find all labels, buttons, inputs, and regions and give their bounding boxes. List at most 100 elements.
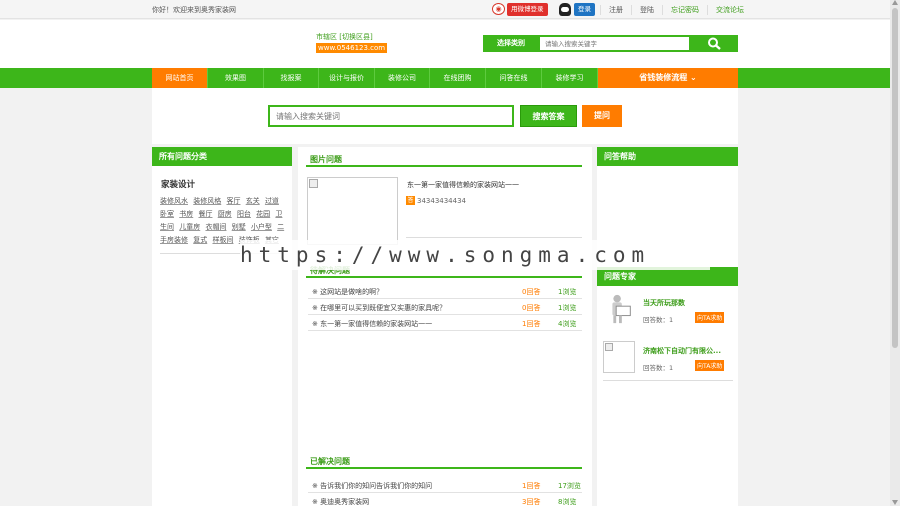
forum-link[interactable]: 交流论坛 (707, 5, 752, 15)
nav-find-case[interactable]: 找报案 (264, 68, 319, 88)
divider (603, 380, 733, 381)
view-count: 1浏览 (558, 304, 577, 312)
nav-learning[interactable]: 装修学习 (542, 68, 598, 88)
broken-image-icon (309, 179, 318, 188)
scroll-up-arrow-icon[interactable] (892, 0, 898, 5)
scroll-down-arrow-icon[interactable] (892, 500, 898, 505)
scrollbar-thumb[interactable] (892, 8, 898, 348)
picture-question-meta: 答 34343434434 (406, 196, 466, 205)
watermark: https://www.songma.com (240, 240, 710, 270)
nav-featured-label: 省钱装修流程 (639, 73, 688, 82)
header-search-button[interactable] (691, 35, 738, 52)
question-title[interactable]: ※ 告诉我们你的知问告诉我们你的知问 (312, 481, 432, 491)
category-tag[interactable]: 玄关 (246, 197, 260, 205)
category-tag[interactable]: 样板间 (212, 236, 233, 244)
category-tag[interactable]: 阳台 (237, 210, 251, 218)
main-nav: 网站首页 效果图 找报案 设计与报价 装修公司 在线团购 问答在线 装修学习 省… (0, 68, 890, 88)
site-url: www.0546123.com (316, 43, 388, 53)
category-tag[interactable]: 小户型 (251, 223, 272, 231)
question-title[interactable]: ※ 奥迪奥秀家装网 (312, 497, 369, 506)
expert-avatar (603, 341, 635, 373)
qq-penguin-icon (559, 2, 571, 16)
category-tag[interactable]: 餐厅 (198, 210, 212, 218)
ask-question-button[interactable]: 提问 (582, 105, 622, 127)
view-count: 4浏览 (558, 320, 577, 328)
table-row[interactable]: ※ 奥迪奥秀家装网 3回答 8浏览 (308, 493, 582, 506)
header: 市辖区 [切换区县] www.0546123.com 选择类别 (0, 20, 890, 68)
expert-item[interactable]: 济南松下自动门有限公... 回答数：1 向TA求助 (603, 341, 733, 381)
table-row[interactable]: ※ 告诉我们你的知问告诉我们你的知问 1回答 17浏览 (308, 477, 582, 493)
category-tag[interactable]: 复式 (193, 236, 207, 244)
help-title: 问答帮助 (597, 147, 738, 166)
expert-avatar (612, 294, 631, 324)
forgot-password-link[interactable]: 忘记密码 (662, 5, 707, 15)
search-answer-button[interactable]: 搜索答案 (520, 105, 577, 127)
nav-design-quote[interactable]: 设计与报价 (319, 68, 375, 88)
qq-login-button[interactable]: 登录 (574, 2, 595, 16)
question-title[interactable]: ※ 东一第一家值得信赖的家装网站一一 (312, 319, 432, 329)
ask-expert-button[interactable]: 向TA求助 (695, 360, 725, 371)
category-tag[interactable]: 别墅 (232, 223, 246, 231)
help-panel: 问答帮助 问题专家 当天所玩那数 回答数：1 向TA求助 济南松下自动门有限公.… (597, 147, 738, 506)
question-title[interactable]: ※ 这网站是做啥的啊？ (312, 287, 383, 297)
chevron-down-icon: ⌄ (690, 73, 697, 82)
picture-questions-title: 图片问题 (310, 155, 342, 164)
category-tag[interactable]: 装修风水 (160, 197, 188, 205)
search-icon (708, 37, 721, 50)
header-search: 选择类别 (483, 35, 738, 52)
category-tag[interactable]: 过道 (265, 197, 279, 205)
nav-qa[interactable]: 问答在线 (486, 68, 542, 88)
register-link[interactable]: 注册 (600, 5, 631, 15)
category-tag[interactable]: 装修风格 (193, 197, 221, 205)
answer-count: 1回答 (522, 482, 541, 490)
ask-expert-button[interactable]: 向TA求助 (695, 312, 725, 323)
nav-money-saving-process[interactable]: 省钱装修流程 ⌄ (598, 68, 738, 88)
category-heading[interactable]: 家装设计 (161, 178, 292, 190)
category-tag[interactable]: 卧室 (160, 210, 174, 218)
category-tag[interactable]: 书房 (179, 210, 193, 218)
table-row[interactable]: ※ 这网站是做啥的啊？ 0回答 1浏览 (308, 283, 582, 299)
category-tag[interactable]: 衣帽间 (205, 223, 226, 231)
solved-header: 已解决问题 (306, 451, 582, 469)
table-row[interactable]: ※ 东一第一家值得信赖的家装网站一一 1回答 4浏览 (308, 315, 582, 331)
solved-title: 已解决问题 (310, 457, 350, 466)
nav-decor-company[interactable]: 装修公司 (375, 68, 430, 88)
qq-login[interactable]: 登录 (559, 2, 595, 16)
expert-name[interactable]: 济南松下自动门有限公... (643, 346, 721, 356)
table-row[interactable]: ※ 在哪里可以买到既便宜又实惠的家具呢？ 0回答 1浏览 (308, 299, 582, 315)
view-count: 8浏览 (558, 498, 577, 506)
question-title[interactable]: ※ 在哪里可以买到既便宜又实惠的家具呢？ (312, 303, 446, 313)
category-tag[interactable]: 花园 (256, 210, 270, 218)
expert-answer-count: 回答数：1 (643, 316, 674, 324)
category-tag[interactable]: 儿童房 (179, 223, 200, 231)
expert-answer-count: 回答数：1 (643, 364, 674, 372)
nav-group-buy[interactable]: 在线团购 (430, 68, 486, 88)
view-count: 1浏览 (558, 288, 577, 296)
expert-item[interactable]: 当天所玩那数 回答数：1 向TA求助 (603, 293, 733, 333)
nav-renderings[interactable]: 效果图 (208, 68, 264, 88)
picture-question-title[interactable]: 东一第一家值得信赖的家装网站一一 (407, 180, 519, 190)
answer-count: 0回答 (522, 288, 541, 296)
category-tag[interactable]: 厨房 (218, 210, 232, 218)
broken-image-icon (605, 343, 613, 351)
city-switch[interactable]: 市辖区 [切换区县] (316, 32, 373, 42)
category-tag[interactable]: 客厅 (226, 197, 240, 205)
answer-count: 3回答 (522, 498, 541, 506)
qa-search-input[interactable] (268, 105, 514, 127)
nav-home[interactable]: 网站首页 (152, 68, 208, 88)
answer-badge: 答 (406, 196, 415, 205)
weibo-login[interactable]: ◉ 用微博登录 (492, 2, 548, 16)
category-panel: 所有问题分类 家装设计 装修风水 装修风格 客厅 玄关 过道 卧室 书房 餐厅 … (152, 147, 292, 506)
scrollbar[interactable] (890, 0, 900, 506)
expert-name[interactable]: 当天所玩那数 (643, 298, 685, 308)
login-link[interactable]: 登陆 (631, 5, 662, 15)
weibo-login-button[interactable]: 用微博登录 (507, 2, 548, 16)
answer-count: 0回答 (522, 304, 541, 312)
header-search-input[interactable] (540, 37, 689, 50)
qa-search-box: 搜索答案 提问 (152, 88, 738, 144)
category-select[interactable]: 选择类别 (483, 35, 539, 52)
top-bar: 你好！欢迎来到奥秀家装网 ◉ 用微博登录 登录 注册 登陆 忘记密码 交流论坛 (0, 0, 890, 19)
question-image[interactable] (307, 177, 398, 245)
category-panel-title: 所有问题分类 (152, 147, 292, 166)
weibo-icon: ◉ (492, 3, 505, 15)
